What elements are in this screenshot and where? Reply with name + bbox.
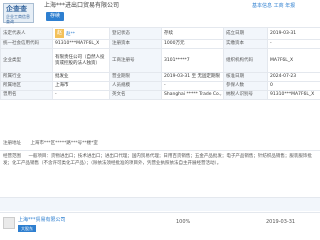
value-reg-capital: 1000万元 bbox=[161, 39, 224, 49]
logo-title: 企查查 bbox=[6, 5, 27, 13]
shareholder-header-band bbox=[0, 197, 320, 211]
label-approval-date: 核准日期 bbox=[223, 72, 268, 82]
value-staff-size: - bbox=[161, 81, 224, 91]
value-company-type: 有限责任公司（自然人投资或控股的法人独资） bbox=[52, 48, 110, 73]
section-tabs[interactable]: 基本信息 工商 年报 bbox=[252, 3, 295, 10]
table-row: 所属行业 批发业 营业期限 2019-03-31 至 无固定期限 核准日期 20… bbox=[0, 72, 320, 82]
shareholder-row[interactable]: 上海***贸易有限公司 大股东 100% 2019-03-31 bbox=[0, 212, 320, 240]
shareholder-name[interactable]: 上海***贸易有限公司 bbox=[18, 217, 66, 224]
label-founded: 成立日期 bbox=[223, 27, 268, 40]
value-industry: 批发业 bbox=[52, 72, 110, 82]
shareholder-date: 2019-03-31 bbox=[266, 219, 296, 225]
label-english-name: 英文名 bbox=[109, 90, 162, 100]
value-founded: 2019-03-31 bbox=[267, 27, 320, 40]
label-former-name: 曾用名 bbox=[0, 90, 53, 100]
value-english-name: Shanghai ***** Trade Co., Ltd. bbox=[161, 90, 224, 100]
table-row: 曾用名 - 英文名 Shanghai ***** Trade Co., Ltd.… bbox=[0, 90, 320, 100]
value-insured: 0 bbox=[267, 81, 320, 91]
logo-subtitle: 企业工商信息查询 bbox=[6, 14, 30, 24]
value-paid-capital: - bbox=[267, 39, 320, 49]
company-header: 企查查 企业工商信息查询 上海***进出口贸易有限公司 存续 基本信息 工商 年… bbox=[0, 0, 320, 27]
business-info-table: 法定代表人 赵赵** 登记状态 存续 成立日期 2019-03-31 统一社会信… bbox=[0, 27, 320, 100]
value-former-name: - bbox=[52, 90, 110, 100]
label-status: 登记状态 bbox=[109, 27, 162, 40]
label-address: 注册地址 bbox=[3, 141, 21, 146]
value-reg-number: 3101*****7 bbox=[161, 48, 224, 73]
value-scope: 一般项目：货物进出口；技术进出口；进出口代理；国内贸易代理；日用百货销售；五金产… bbox=[3, 154, 312, 166]
value-credit-code: 91310***MA7F6L_X bbox=[52, 39, 110, 49]
value-status: 存续 bbox=[161, 27, 224, 40]
label-legal-rep: 法定代表人 bbox=[0, 27, 53, 40]
table-row: 法定代表人 赵赵** 登记状态 存续 成立日期 2019-03-31 bbox=[0, 27, 320, 40]
company-name: 上海***进出口贸易有限公司 bbox=[44, 2, 120, 9]
value-tax-id: 91310***MA7F6L_X bbox=[267, 90, 320, 100]
company-logo-icon bbox=[3, 217, 15, 229]
label-paid-capital: 实缴资本 bbox=[223, 39, 268, 49]
label-credit-code: 统一社会信用代码 bbox=[0, 39, 53, 49]
label-industry: 所属行业 bbox=[0, 72, 53, 82]
label-term: 营业期限 bbox=[109, 72, 162, 82]
business-scope: 经营范围 一般项目：货物进出口；技术进出口；进出口代理；国内贸易代理；日用百货销… bbox=[0, 150, 320, 169]
shareholder-badge: 大股东 bbox=[18, 225, 36, 232]
label-staff-size: 人员规模 bbox=[109, 81, 162, 91]
avatar: 赵 bbox=[55, 29, 64, 38]
label-region: 所属地区 bbox=[0, 81, 53, 91]
label-org-code: 组织机构代码 bbox=[223, 48, 268, 73]
value-region: 上海市 bbox=[52, 81, 110, 91]
label-reg-number: 工商注册号 bbox=[109, 48, 162, 73]
value-address: 上海市***区*****路***号**楼*室 bbox=[30, 141, 98, 146]
site-logo[interactable]: 企查查 企业工商信息查询 bbox=[3, 3, 34, 24]
legal-rep-link[interactable]: 赵赵** bbox=[52, 27, 110, 40]
label-reg-capital: 注册资本 bbox=[109, 39, 162, 49]
label-insured: 参保人数 bbox=[223, 81, 268, 91]
label-scope: 经营范围 bbox=[3, 154, 21, 159]
value-org-code: MA7F6L_X bbox=[267, 48, 320, 73]
legal-rep-name: 赵** bbox=[66, 32, 75, 37]
table-row: 企业类型 有限责任公司（自然人投资或控股的法人独资） 工商注册号 3101***… bbox=[0, 48, 320, 73]
shareholder-percent: 100% bbox=[176, 219, 191, 225]
table-row: 所属地区 上海市 人员规模 - 参保人数 0 bbox=[0, 81, 320, 91]
label-company-type: 企业类型 bbox=[0, 48, 53, 73]
status-badge: 存续 bbox=[46, 12, 65, 21]
value-approval-date: 2024-07-23 bbox=[267, 72, 320, 82]
label-tax-id: 纳税人识别号 bbox=[223, 90, 268, 100]
value-term: 2019-03-31 至 无固定期限 bbox=[161, 72, 224, 82]
address-row: 注册地址 上海市***区*****路***号**楼*室 bbox=[0, 137, 320, 151]
table-row: 统一社会信用代码 91310***MA7F6L_X 注册资本 1000万元 实缴… bbox=[0, 39, 320, 49]
